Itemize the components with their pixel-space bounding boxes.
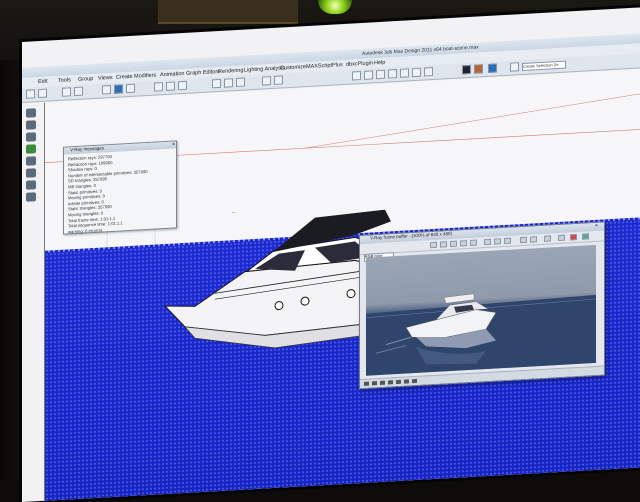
motion-tab-icon[interactable] <box>26 144 36 154</box>
material-editor-icon[interactable] <box>388 69 397 79</box>
vray-frame-buffer-window[interactable]: V-Ray frame buffer - [100% of 640 x 480]… <box>359 221 605 390</box>
select-icon[interactable] <box>102 85 111 95</box>
render-last-icon[interactable] <box>544 235 551 242</box>
angle-snap-icon[interactable] <box>224 78 233 88</box>
render-setup-icon[interactable] <box>400 68 409 78</box>
hierarchy-tab-icon[interactable] <box>26 132 36 142</box>
vray-icon[interactable] <box>462 64 471 75</box>
curve-editor-icon[interactable] <box>364 70 373 80</box>
alpha-channel-icon[interactable] <box>460 240 467 247</box>
percent-snap-icon[interactable] <box>236 77 245 88</box>
rendered-image <box>366 244 596 376</box>
vray-messages-window[interactable]: V-Ray messages × Reflection rays: 297760… <box>63 140 177 237</box>
status-icon[interactable] <box>412 378 417 384</box>
unlink-icon[interactable] <box>74 86 83 97</box>
schematic-icon[interactable] <box>376 69 385 80</box>
select-by-name-icon[interactable] <box>114 84 123 94</box>
undo-icon[interactable] <box>26 89 35 99</box>
menu-item[interactable]: Create <box>116 74 133 81</box>
rotate-icon[interactable] <box>166 81 175 91</box>
snap-icon[interactable] <box>212 78 221 89</box>
modify-tab-icon[interactable] <box>26 120 36 130</box>
lamp-light <box>318 0 352 14</box>
status-icon[interactable] <box>388 380 393 385</box>
mono-icon[interactable] <box>470 239 477 246</box>
menu-item[interactable]: Plus <box>332 62 343 69</box>
scale-icon[interactable] <box>178 80 187 91</box>
align-icon[interactable] <box>274 75 283 85</box>
display-tab-icon[interactable] <box>26 156 36 166</box>
save-icon[interactable] <box>484 238 491 246</box>
menu-item[interactable]: Tools <box>58 77 71 84</box>
clone-icon[interactable] <box>494 238 501 245</box>
menu-item[interactable]: Help <box>374 60 385 67</box>
red-channel-icon[interactable] <box>430 241 437 249</box>
menu-item[interactable]: Animation <box>160 71 184 78</box>
green-channel-icon[interactable] <box>440 241 447 248</box>
clear-icon[interactable] <box>504 237 511 245</box>
perspective-viewport[interactable]: V-Ray messages × Reflection rays: 297760… <box>44 68 640 502</box>
close-icon[interactable]: × <box>172 141 175 147</box>
named-selection-icon[interactable] <box>510 62 519 72</box>
track-mouse-icon[interactable] <box>520 236 527 244</box>
status-icon[interactable] <box>364 381 369 386</box>
close-icon[interactable]: × <box>595 223 601 229</box>
menu-item[interactable]: Group <box>78 76 93 83</box>
utilities-tab-icon[interactable] <box>26 168 36 178</box>
plugin-icon[interactable] <box>474 64 483 74</box>
monitor-screen: Autodesk 3ds Max Design 2011 x64 boat-sc… <box>22 6 640 502</box>
menu-item[interactable]: Customize <box>280 64 306 71</box>
redo-icon[interactable] <box>38 88 47 99</box>
stop-render-icon[interactable] <box>570 233 577 241</box>
command-panel <box>26 105 40 216</box>
selection-set-field[interactable]: Create Selection Se <box>522 60 566 72</box>
link-icon[interactable] <box>558 234 565 242</box>
layer-icon[interactable] <box>352 71 361 81</box>
boat-render <box>366 293 596 376</box>
status-icon[interactable] <box>404 379 409 384</box>
menu-item[interactable]: MAXScript <box>306 63 332 70</box>
status-icon[interactable] <box>380 380 385 385</box>
vray-messages-log: Reflection rays: 297760 Refraction rays:… <box>64 148 176 237</box>
status-icon[interactable] <box>396 379 401 385</box>
link-icon[interactable] <box>62 87 71 97</box>
status-icon[interactable] <box>372 381 377 386</box>
render-icon[interactable] <box>424 67 433 77</box>
menu-item[interactable]: Graph Editors <box>186 69 220 77</box>
menu-item[interactable]: Rendering <box>218 68 243 75</box>
menu-item[interactable]: Modifiers <box>134 72 156 79</box>
mirror-icon[interactable] <box>262 76 271 86</box>
rendered-frame-icon[interactable] <box>412 67 421 78</box>
move-icon[interactable] <box>154 82 163 92</box>
rect-select-icon[interactable] <box>126 83 135 94</box>
tool-icon[interactable] <box>26 180 36 190</box>
lamp-panel <box>158 0 298 24</box>
menu-item[interactable]: Views <box>98 75 113 82</box>
create-tab-icon[interactable] <box>26 108 36 118</box>
menu-item[interactable]: dbxcPlugin <box>346 60 373 68</box>
menu-item[interactable]: Lighting Analysis <box>244 65 285 73</box>
tool-icon[interactable] <box>26 192 36 202</box>
region-render-icon[interactable] <box>530 236 537 243</box>
blue-channel-icon[interactable] <box>450 240 457 248</box>
menu-item[interactable]: Edit <box>38 79 47 86</box>
render-icon[interactable] <box>582 233 589 240</box>
frame-buffer-icon[interactable] <box>488 63 497 73</box>
